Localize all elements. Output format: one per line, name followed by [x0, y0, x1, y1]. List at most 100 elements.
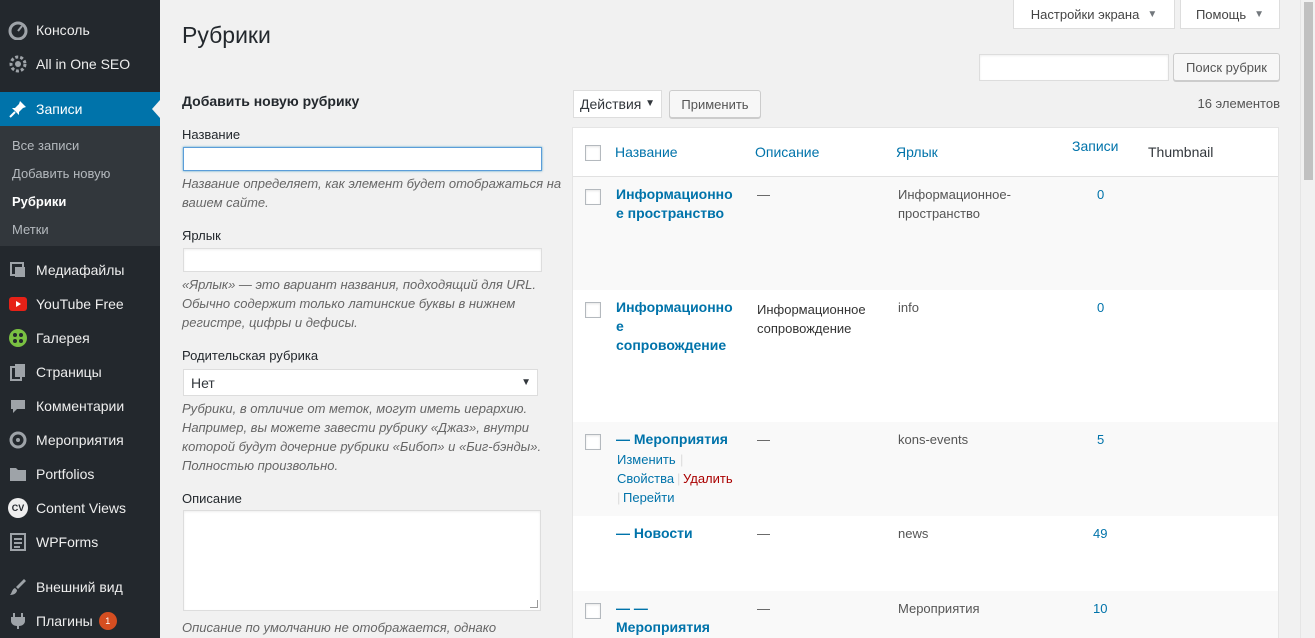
slug-line: пространство: [898, 206, 981, 221]
submenu-all-posts[interactable]: Все записи: [12, 138, 79, 153]
slug-line: Информационное-: [898, 187, 1011, 202]
column-name[interactable]: Название: [615, 144, 678, 160]
posts-count-link[interactable]: 5: [1097, 432, 1104, 447]
description-line: Информационное: [757, 302, 866, 317]
menu-label: Записи: [36, 101, 83, 117]
scrollbar-thumb[interactable]: [1304, 2, 1313, 180]
menu-label: YouTube Free: [36, 296, 124, 312]
search-categories-button[interactable]: Поиск рубрик: [1173, 53, 1280, 81]
menu-item-wpforms[interactable]: WPForms: [0, 525, 160, 559]
resize-handle-icon[interactable]: [530, 600, 538, 608]
dashboard-icon: [0, 13, 36, 47]
help-line: Например, вы можете завести рубрику «Джа…: [182, 420, 530, 435]
menu-label: Страницы: [36, 364, 102, 380]
category-name-link[interactable]: Информационно е пространство: [616, 185, 741, 223]
chevron-down-icon: ▼: [521, 377, 531, 388]
parent-select-value: Нет: [191, 374, 215, 391]
category-name-link[interactable]: Информационно е сопровождение: [616, 298, 741, 355]
gear-icon: [0, 47, 36, 81]
name-line: Мероприятия: [616, 619, 710, 635]
column-posts[interactable]: Записи: [1072, 138, 1118, 154]
category-slug: news: [898, 526, 929, 541]
menu-item-plugins[interactable]: Плагины 1: [0, 604, 160, 638]
category-name-link[interactable]: — Новости: [616, 524, 816, 543]
posts-count-link[interactable]: 0: [1097, 300, 1104, 315]
menu-item-pages[interactable]: Страницы: [0, 355, 160, 389]
table-row: — Новости — news 49: [573, 516, 1278, 591]
column-slug[interactable]: Ярлык: [896, 144, 938, 160]
gallery-icon: [0, 321, 36, 355]
quick-edit-link[interactable]: Свойства: [617, 471, 674, 486]
admin-sidebar: Консоль All in One SEO Записи Все записи…: [0, 0, 160, 638]
menu-item-content-views[interactable]: CV Content Views: [0, 491, 160, 525]
row-checkbox[interactable]: [585, 302, 601, 318]
page-scrollbar[interactable]: [1300, 0, 1315, 638]
menu-label: Галерея: [36, 330, 90, 346]
submenu-add-new[interactable]: Добавить новую: [12, 166, 110, 181]
menu-item-gallery[interactable]: Галерея: [0, 321, 160, 355]
folder-icon: [0, 457, 36, 491]
menu-item-portfolios[interactable]: Portfolios: [0, 457, 160, 491]
help-button[interactable]: Помощь ▼: [1180, 0, 1280, 29]
slug-field[interactable]: [183, 248, 542, 272]
bulk-actions-select[interactable]: Действия ▼: [573, 90, 662, 118]
submenu-tags[interactable]: Метки: [12, 222, 49, 237]
menu-item-console[interactable]: Консоль: [0, 13, 160, 47]
posts-count-link[interactable]: 10: [1093, 601, 1107, 616]
cv-glyph: CV: [8, 498, 28, 518]
menu-label: Консоль: [36, 22, 90, 38]
menu-item-comments[interactable]: Комментарии: [0, 389, 160, 423]
parent-category-select[interactable]: Нет ▼: [183, 369, 538, 396]
events-icon: [0, 423, 36, 457]
table-row: — — Мероприятия — Мероприятия 10: [573, 591, 1278, 638]
category-slug: Информационное- пространство: [898, 185, 1011, 223]
help-line: Рубрики, в отличие от меток, могут иметь…: [182, 401, 528, 416]
category-name-link[interactable]: — Мероприятия: [616, 430, 816, 449]
description-line: сопровождение: [757, 321, 852, 336]
table-row: Информационно е пространство — Информаци…: [573, 177, 1278, 290]
name-line: сопровождение: [616, 337, 727, 353]
column-description[interactable]: Описание: [755, 144, 819, 160]
category-description: Информационное сопровождение: [757, 300, 866, 338]
chevron-down-icon: ▼: [645, 98, 655, 109]
help-line: которой будут дочерние рубрики «Бибоп» и…: [182, 439, 542, 454]
view-link[interactable]: Перейти: [623, 490, 675, 505]
apply-button[interactable]: Применить: [669, 90, 761, 118]
menu-label: Медиафайлы: [36, 262, 125, 278]
posts-count-link[interactable]: 49: [1093, 526, 1107, 541]
row-checkbox[interactable]: [585, 603, 601, 619]
row-checkbox[interactable]: [585, 189, 601, 205]
help-line: вашем сайте.: [182, 195, 269, 210]
screen-options-button[interactable]: Настройки экрана ▼: [1013, 0, 1175, 29]
select-all-checkbox[interactable]: [585, 145, 601, 161]
add-category-title: Добавить новую рубрику: [182, 93, 360, 109]
category-slug: info: [898, 300, 919, 315]
menu-item-media[interactable]: Медиафайлы: [0, 253, 160, 287]
name-field[interactable]: [183, 147, 542, 171]
category-description: —: [757, 432, 770, 447]
row-checkbox[interactable]: [585, 434, 601, 450]
menu-item-youtube[interactable]: YouTube Free: [0, 287, 160, 321]
delete-link[interactable]: Удалить: [683, 471, 733, 486]
page-title: Рубрики: [182, 22, 271, 48]
category-slug: kons-events: [898, 432, 969, 447]
submenu-categories[interactable]: Рубрики: [12, 194, 66, 209]
description-textarea[interactable]: [183, 510, 541, 611]
separator: |: [680, 452, 684, 467]
posts-count-link[interactable]: 0: [1097, 187, 1104, 202]
search-input[interactable]: [979, 54, 1169, 81]
menu-item-events[interactable]: Мероприятия: [0, 423, 160, 457]
caret-down-icon: ▼: [1254, 8, 1265, 20]
edit-link[interactable]: Изменить: [617, 452, 676, 467]
menu-item-appearance[interactable]: Внешний вид: [0, 570, 160, 604]
separator: |: [617, 490, 621, 505]
category-name-link[interactable]: — — Мероприятия: [616, 599, 741, 637]
update-count-badge: 1: [98, 612, 117, 630]
menu-item-posts[interactable]: Записи: [0, 92, 160, 126]
plugin-icon: [0, 604, 36, 638]
help-line: Полностью произвольно.: [182, 458, 339, 473]
pin-icon: [0, 92, 36, 126]
menu-item-aioseo[interactable]: All in One SEO: [0, 47, 160, 81]
bulk-actions-value: Действия: [580, 96, 642, 112]
help-line: регистре, цифры и дефисы.: [182, 315, 358, 330]
